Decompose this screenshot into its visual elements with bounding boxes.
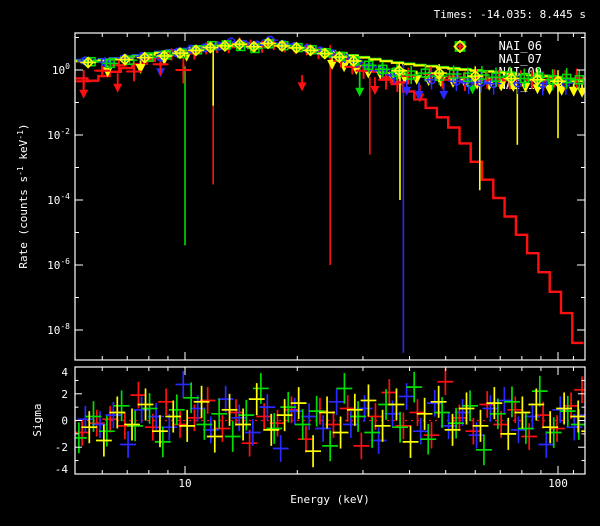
sigma-tick-label: -4 xyxy=(55,463,69,476)
main-panel-data xyxy=(76,36,587,352)
sigma-series-nai_09 xyxy=(71,372,587,465)
y-tick-label: 10-6 xyxy=(47,257,70,272)
upper-limit-arrows-nai06 xyxy=(79,73,424,102)
sigma-tick-label: 0 xyxy=(61,415,68,428)
x-tick-labels: 10 100 xyxy=(178,477,568,490)
rate-axis-title-text: Rate (counts s-1 keV-1) xyxy=(16,123,30,268)
plot-window: NAI_06 NAI_07 NAI_09 NAI_11 10010-210-41… xyxy=(0,0,600,526)
y-tick-label: 100 xyxy=(52,62,70,77)
times-label: Times: -14.035: 8.445 s xyxy=(434,8,586,21)
x-axis-title: Energy (keV) xyxy=(290,493,369,506)
long-error-bars-nai06 xyxy=(213,45,370,265)
rate-axis-title: Rate (counts s-1 keV-1) xyxy=(16,123,30,268)
y-tick-label: 10-2 xyxy=(47,127,70,142)
sigma-tick-label: 4 xyxy=(61,366,68,379)
x-tick-label: 100 xyxy=(548,477,568,490)
sigma-tick-label: -2 xyxy=(55,441,68,454)
y-tick-label: 10-8 xyxy=(47,322,70,337)
sigma-axis-title: Sigma xyxy=(31,403,44,436)
spectrum-chart-svg: 100 10-2 10-4 10-6 10-8 4 2 0 -2 -4 10 100 Rate (cou… xyxy=(0,0,600,526)
x-tick-label: 10 xyxy=(178,477,191,490)
sigma-tick-label: 2 xyxy=(61,388,68,401)
y-tick-label: 10-4 xyxy=(47,192,70,207)
sigma-panel-data xyxy=(71,368,597,467)
